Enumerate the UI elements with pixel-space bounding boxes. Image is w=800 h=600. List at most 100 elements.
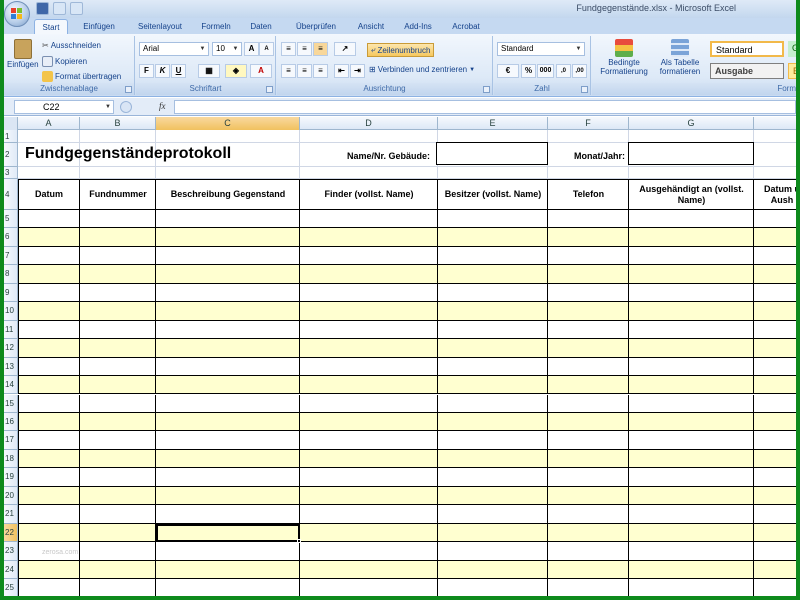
cell[interactable] (754, 449, 796, 469)
cell[interactable] (754, 130, 796, 143)
cell[interactable] (300, 468, 438, 487)
cell[interactable] (300, 579, 438, 596)
cell[interactable] (80, 320, 156, 340)
cell-style-ausgabe[interactable]: Ausgabe (710, 63, 784, 79)
currency-icon[interactable]: € (497, 64, 519, 78)
align-bottom-icon[interactable]: ≡ (313, 42, 328, 56)
cell[interactable] (300, 339, 438, 358)
cell[interactable] (156, 560, 300, 579)
cell[interactable] (548, 542, 629, 561)
cell[interactable] (80, 302, 156, 321)
cell[interactable] (754, 210, 796, 229)
cell[interactable] (754, 505, 796, 524)
cell[interactable] (629, 394, 754, 413)
cell[interactable] (754, 357, 796, 377)
cell[interactable] (629, 228, 754, 247)
cell[interactable] (300, 130, 438, 143)
cell[interactable] (80, 210, 156, 229)
format-painter-button[interactable]: Format übertragen (42, 71, 121, 82)
cell[interactable] (80, 412, 156, 432)
cell[interactable] (438, 542, 548, 561)
cell[interactable] (754, 431, 796, 450)
cell[interactable] (300, 523, 438, 543)
row-header-9[interactable]: 9 (4, 283, 18, 303)
row-header-5[interactable]: 5 (4, 210, 18, 229)
cell[interactable] (629, 449, 754, 469)
cell[interactable] (300, 228, 438, 247)
orientation-icon[interactable]: ↗ (334, 42, 356, 56)
cell[interactable] (300, 357, 438, 377)
cell[interactable] (300, 302, 438, 321)
spreadsheet-grid[interactable]: ABCDEFG 1 2 3 4 5 6 7 8 9 10 11 12 13 14 15 16 17 18 19 20 2… (4, 117, 796, 596)
tab-seitenlayout[interactable]: Seitenlayout (129, 19, 191, 34)
cell[interactable] (300, 167, 438, 179)
cell[interactable] (548, 505, 629, 524)
cell[interactable] (80, 265, 156, 284)
row-header-8[interactable]: 8 (4, 265, 18, 284)
cell[interactable] (80, 523, 156, 543)
cell[interactable] (438, 394, 548, 413)
cell[interactable] (156, 376, 300, 395)
cell[interactable] (754, 302, 796, 321)
column-header-b[interactable]: B (80, 117, 156, 130)
cell[interactable] (754, 468, 796, 487)
cell[interactable] (156, 339, 300, 358)
cell[interactable] (754, 265, 796, 284)
decrease-indent-icon[interactable]: ⇤ (334, 64, 349, 78)
cell[interactable] (80, 449, 156, 469)
cell[interactable] (18, 579, 80, 596)
clipboard-launcher-icon[interactable] (125, 86, 132, 93)
cell[interactable] (629, 579, 754, 596)
cell[interactable] (156, 505, 300, 524)
cell[interactable] (548, 339, 629, 358)
cell[interactable] (438, 265, 548, 284)
font-launcher-icon[interactable] (266, 86, 273, 93)
cell[interactable] (754, 486, 796, 506)
cell[interactable] (18, 228, 80, 247)
cell[interactable] (300, 210, 438, 229)
cell[interactable] (156, 412, 300, 432)
cell[interactable] (629, 560, 754, 579)
cell[interactable] (300, 376, 438, 395)
grow-font-button[interactable]: A (244, 42, 259, 56)
row-header-24[interactable]: 24 (4, 560, 18, 579)
cell[interactable] (629, 265, 754, 284)
cell[interactable] (18, 320, 80, 340)
cell[interactable] (438, 302, 548, 321)
cell[interactable] (18, 302, 80, 321)
cell[interactable] (80, 228, 156, 247)
cell[interactable] (438, 210, 548, 229)
cell[interactable] (18, 376, 80, 395)
cell[interactable] (548, 167, 629, 179)
cell[interactable] (548, 130, 629, 143)
thousands-button[interactable]: 000 (537, 64, 554, 78)
row-header-15[interactable]: 15 (4, 394, 18, 413)
row-header-18[interactable]: 18 (4, 449, 18, 469)
cell[interactable] (629, 468, 754, 487)
name-box[interactable]: C22 ▼ (14, 100, 114, 114)
cell[interactable] (754, 228, 796, 247)
row-header-7[interactable]: 7 (4, 246, 18, 266)
row-header-3[interactable]: 3 (4, 167, 18, 179)
redo-icon[interactable] (70, 2, 83, 15)
row-header-22[interactable]: 22 (4, 523, 18, 543)
cell[interactable] (300, 505, 438, 524)
cell[interactable] (438, 579, 548, 596)
cell[interactable] (300, 265, 438, 284)
cell[interactable] (754, 246, 796, 266)
cell[interactable] (754, 167, 796, 179)
cell[interactable] (438, 376, 548, 395)
cell[interactable] (80, 339, 156, 358)
cell[interactable] (438, 167, 548, 179)
cell[interactable] (438, 339, 548, 358)
cell[interactable] (629, 167, 754, 179)
cell[interactable] (548, 246, 629, 266)
cell[interactable] (156, 394, 300, 413)
cell[interactable] (80, 357, 156, 377)
cell[interactable] (754, 376, 796, 395)
cell-style-standard[interactable]: Standard (710, 41, 784, 57)
cell[interactable] (754, 283, 796, 303)
cell[interactable] (80, 376, 156, 395)
cell[interactable] (438, 449, 548, 469)
increase-decimal-icon[interactable]: ,0 (556, 64, 571, 78)
